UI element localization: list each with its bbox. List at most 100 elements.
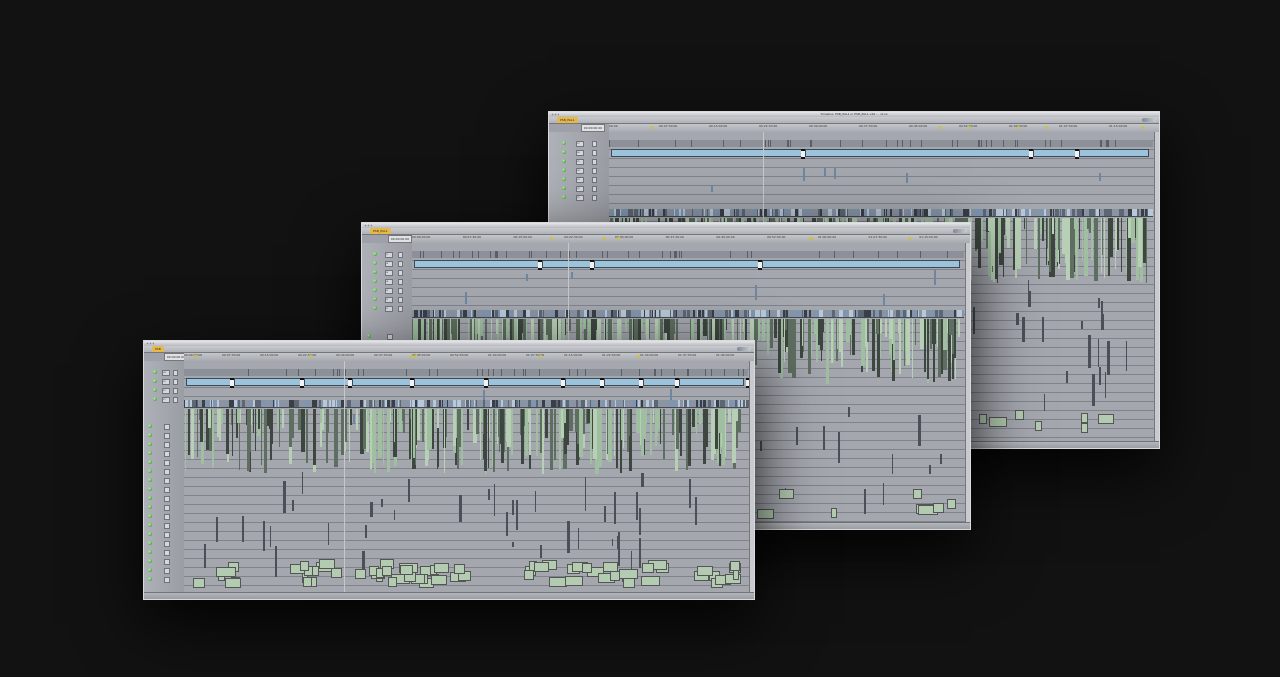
video-clip-edge[interactable] [493, 369, 495, 376]
audio-clip[interactable] [615, 409, 619, 469]
video-clip-edge[interactable] [909, 140, 911, 147]
audio-track-icon[interactable] [148, 541, 152, 545]
audio-clip[interactable] [291, 409, 294, 438]
audio-clip[interactable] [521, 409, 524, 465]
track-patch-row[interactable]: V2 [362, 296, 412, 303]
audio-clip[interactable] [939, 453, 942, 465]
audio-patch-row[interactable] [144, 531, 184, 538]
audio-clip[interactable] [456, 409, 459, 470]
video-clip-edge[interactable] [1115, 140, 1117, 147]
audio-clip[interactable] [1081, 218, 1083, 262]
zoom-control-icon[interactable] [953, 229, 967, 233]
track-visibility-icon[interactable] [373, 270, 377, 274]
track-lock-icon[interactable] [172, 397, 178, 403]
video-clip[interactable] [565, 378, 602, 386]
audio-clip[interactable] [525, 409, 529, 456]
video-clip-edge[interactable] [286, 369, 288, 376]
marker-icon[interactable] [1044, 126, 1048, 129]
audio-clip[interactable] [814, 319, 819, 335]
audio-clip[interactable] [626, 409, 631, 437]
audio-clip[interactable] [861, 319, 865, 367]
audio-clip[interactable] [1066, 218, 1070, 238]
track-patch-row[interactable]: V5 [362, 269, 412, 276]
audio-clip[interactable] [301, 409, 305, 453]
video-clip-edge[interactable] [1101, 140, 1103, 147]
audio-clip[interactable] [562, 409, 566, 423]
video-clip[interactable] [882, 293, 885, 307]
audio-clip[interactable] [913, 489, 923, 500]
audio-clip[interactable] [1043, 394, 1046, 412]
audio-track-box[interactable] [164, 541, 170, 547]
audio-track-box[interactable] [164, 523, 170, 529]
audio-clip[interactable] [864, 488, 867, 515]
track-visibility-icon[interactable] [373, 261, 377, 265]
audio-clip[interactable] [1093, 218, 1098, 281]
audio-clip[interactable] [224, 578, 242, 588]
video-clip[interactable] [353, 414, 356, 425]
audio-clip[interactable] [410, 409, 412, 420]
video-clip-edge[interactable] [751, 251, 753, 258]
audio-clip[interactable] [660, 409, 662, 444]
video-clip-edge[interactable] [991, 140, 993, 147]
audio-clip[interactable] [299, 560, 310, 571]
video-clip-edge[interactable] [655, 369, 657, 376]
audio-clip[interactable] [635, 409, 640, 434]
video-clip-edge[interactable] [674, 369, 676, 376]
track-visibility-icon[interactable] [152, 397, 157, 401]
audio-clip[interactable] [407, 479, 411, 503]
video-clip-edge[interactable] [688, 369, 690, 376]
audio-clip[interactable] [791, 319, 796, 379]
audio-clip[interactable] [380, 409, 383, 456]
video-clip-edge[interactable] [861, 140, 863, 147]
video-clip-edge[interactable] [790, 140, 792, 147]
audio-clip[interactable] [512, 541, 515, 548]
audio-clip[interactable] [283, 481, 286, 514]
audio-clip[interactable] [454, 564, 466, 575]
audio-clip[interactable] [840, 319, 844, 367]
audio-clip[interactable] [1022, 316, 1025, 343]
audio-clip[interactable] [893, 319, 895, 361]
track-patch-row[interactable]: V2 [549, 185, 609, 192]
audio-clip[interactable] [510, 409, 513, 455]
video-clip[interactable] [483, 389, 486, 400]
audio-clip[interactable] [584, 477, 587, 512]
audio-clip[interactable] [193, 578, 206, 589]
video-clip-edge[interactable] [607, 251, 609, 258]
sequence-tab[interactable]: PSB [152, 346, 164, 352]
video-clip-edge[interactable] [1107, 140, 1109, 147]
audio-clip[interactable] [553, 409, 557, 461]
video-clip-edge[interactable] [1099, 140, 1101, 147]
video-clip-edge[interactable] [477, 251, 479, 258]
track-label[interactable]: V3 [162, 379, 170, 385]
video-clip-edge[interactable] [620, 369, 622, 376]
audio-patch-row[interactable] [144, 486, 184, 493]
audio-track-box[interactable] [164, 532, 170, 538]
video-clip-edge[interactable] [406, 369, 408, 376]
audio-track-icon[interactable] [148, 532, 152, 536]
audio-clip[interactable] [208, 409, 212, 428]
audio-clip[interactable] [467, 409, 470, 430]
audio-clip[interactable] [1138, 218, 1143, 268]
audio-clip[interactable] [685, 409, 689, 471]
audio-clip[interactable] [719, 409, 723, 434]
audio-clip[interactable] [787, 319, 792, 373]
audio-clip[interactable] [479, 319, 483, 336]
audio-clip[interactable] [534, 562, 549, 573]
audio-clip[interactable] [492, 409, 495, 472]
audio-clip[interactable] [257, 409, 261, 430]
video-clip-edge[interactable] [525, 369, 527, 376]
audio-patch-row[interactable] [144, 504, 184, 511]
video-clip[interactable] [1032, 149, 1078, 157]
video-clip[interactable] [755, 284, 758, 301]
audio-clip[interactable] [567, 521, 571, 553]
audio-clip[interactable] [1041, 316, 1044, 343]
video-clip-edge[interactable] [765, 140, 767, 147]
video-clip-edge[interactable] [487, 369, 489, 376]
audio-clip[interactable] [865, 319, 867, 351]
track-label[interactable]: V1 [384, 306, 393, 312]
track-patch-row[interactable]: V4 [362, 278, 412, 285]
audio-track-box[interactable] [164, 577, 170, 583]
video-clip[interactable] [1098, 173, 1101, 182]
track-visibility-icon[interactable] [373, 297, 377, 301]
audio-patch-row[interactable] [362, 333, 412, 340]
